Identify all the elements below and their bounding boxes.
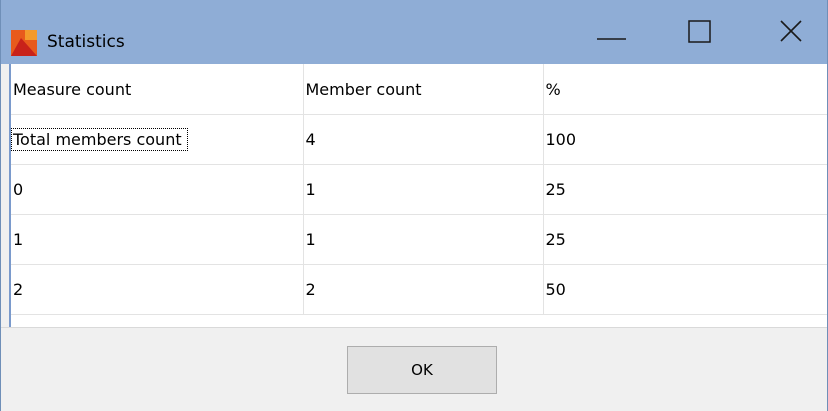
table-row[interactable]: 2 2 50 <box>11 264 827 315</box>
header-row: Measure count Member count % <box>11 64 827 115</box>
maximize-icon <box>688 20 711 43</box>
close-icon <box>780 20 802 42</box>
table-cell[interactable]: 50 <box>543 264 827 315</box>
table-row[interactable]: Total members count 4 100 <box>11 114 827 165</box>
table-cell[interactable]: 2 <box>11 264 304 315</box>
minimize-icon <box>597 38 626 40</box>
window-title: Statistics <box>47 32 125 52</box>
table-cell[interactable]: 25 <box>543 164 827 215</box>
table-row[interactable]: 1 1 25 <box>11 214 827 265</box>
statistics-grid[interactable]: Measure count Member count % Total membe… <box>9 64 827 327</box>
column-header-member-count[interactable]: Member count <box>303 64 544 115</box>
table-cell[interactable]: 1 <box>11 214 304 265</box>
maximize-button[interactable] <box>665 12 735 58</box>
title-bar[interactable]: Statistics <box>1 0 827 64</box>
statistics-table: Measure count Member count % Total membe… <box>11 64 827 315</box>
minimize-button[interactable] <box>586 12 656 58</box>
chart-app-icon <box>11 30 37 56</box>
column-header-percent[interactable]: % <box>543 64 827 115</box>
table-cell[interactable]: 0 <box>11 164 304 215</box>
ok-button[interactable]: OK <box>347 346 497 394</box>
table-row[interactable]: 0 1 25 <box>11 164 827 215</box>
column-header-measure-count[interactable]: Measure count <box>11 64 304 115</box>
table-cell[interactable]: 100 <box>543 114 827 165</box>
table-cell[interactable]: Total members count <box>11 114 304 165</box>
dialog-footer: OK <box>1 327 827 411</box>
cell-text: Total members count <box>11 128 188 151</box>
table-cell[interactable]: 1 <box>303 214 544 265</box>
statistics-dialog: Statistics Measure count Member count % … <box>0 0 828 411</box>
table-cell[interactable]: 2 <box>303 264 544 315</box>
table-cell[interactable]: 4 <box>303 114 544 165</box>
close-button[interactable] <box>751 12 821 58</box>
table-cell[interactable]: 25 <box>543 214 827 265</box>
table-cell[interactable]: 1 <box>303 164 544 215</box>
